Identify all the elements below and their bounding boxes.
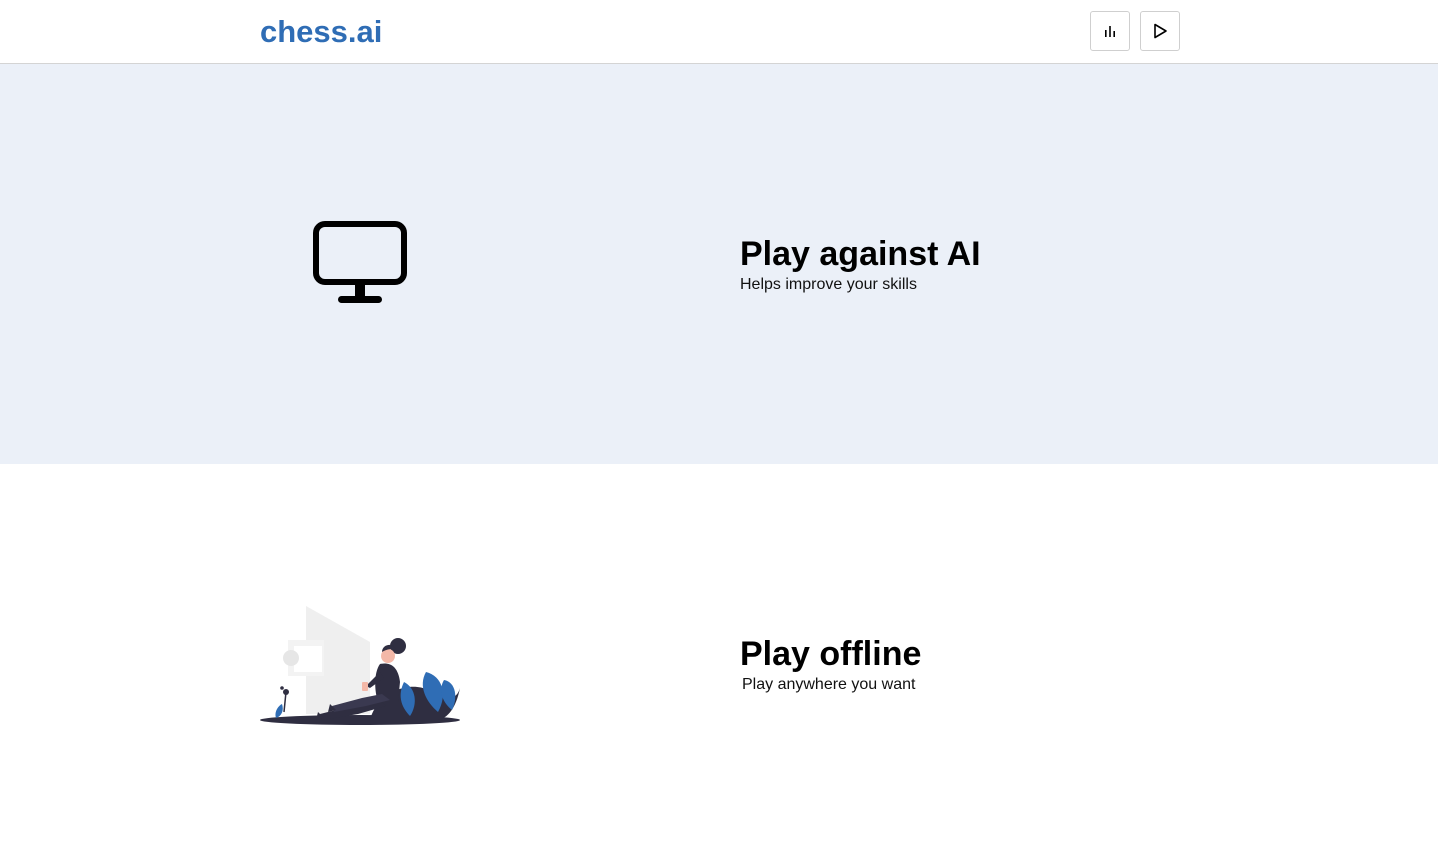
person-reading-illustration [260, 606, 460, 725]
feature-title: Play offline [740, 635, 922, 673]
feature-title: Play against AI [740, 235, 981, 273]
brand-logo[interactable]: chess.ai [260, 13, 382, 51]
feature-play-ai: Play against AI Helps improve your skill… [0, 64, 1438, 464]
feature-visual [310, 218, 410, 310]
stats-button[interactable] [1090, 11, 1130, 51]
feature-subtitle: Play anywhere you want [742, 676, 916, 693]
top-navbar: chess.ai [0, 0, 1438, 64]
bar-chart-icon [1105, 26, 1115, 37]
feature-subtitle: Helps improve your skills [740, 276, 917, 293]
feature-text: Play offline Play anywhere you want [740, 634, 921, 696]
feature-text: Play against AI Helps improve your skill… [740, 234, 981, 296]
feature-visual [258, 602, 462, 726]
feature-play-offline: Play offline Play anywhere you want [0, 464, 1438, 864]
play-button[interactable] [1140, 11, 1180, 51]
monitor-icon [313, 221, 407, 303]
play-icon [1154, 23, 1167, 39]
